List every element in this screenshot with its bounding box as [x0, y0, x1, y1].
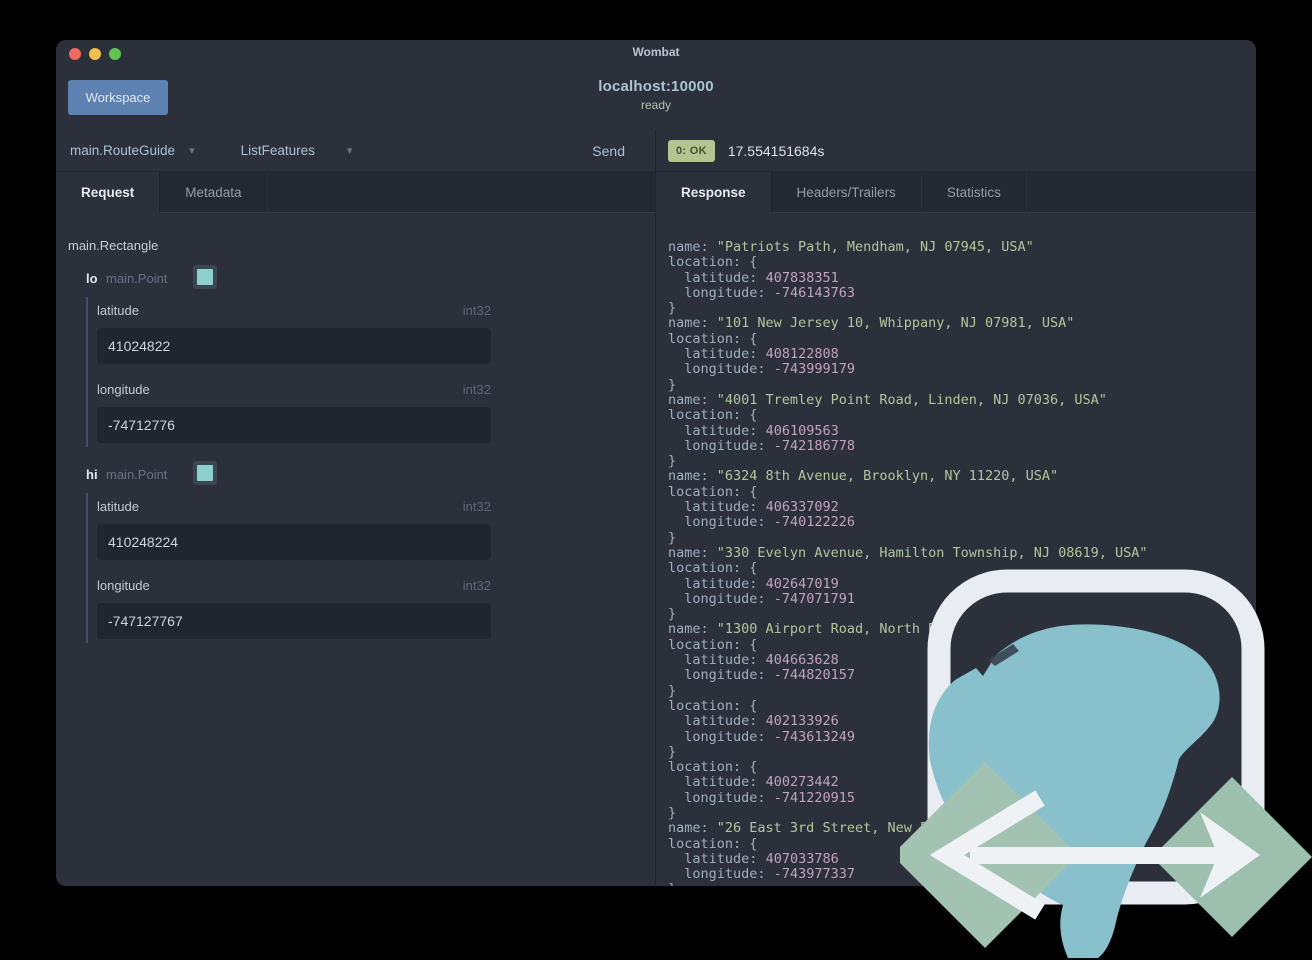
- field-type-label: int32: [462, 303, 491, 318]
- request-tab-row: Request Metadata: [56, 172, 655, 213]
- method-select-value: ListFeatures: [240, 143, 315, 158]
- field-type: main.Point: [106, 270, 168, 286]
- status-badge: 0: OK: [668, 139, 715, 162]
- field-group-header: lo main.Point: [86, 265, 217, 290]
- workspace-button[interactable]: Workspace: [68, 80, 168, 115]
- tab-metadata[interactable]: Metadata: [160, 172, 268, 213]
- field-label-row: longitude int32: [97, 578, 491, 593]
- chevron-down-icon: ▾: [346, 145, 353, 157]
- field-label-row: longitude int32: [97, 382, 491, 397]
- request-panel: main.Rectangle lo main.Point latitude int32…: [56, 213, 655, 886]
- arrow-shaft: [970, 847, 1242, 864]
- hi-enabled-checkbox[interactable]: [193, 461, 217, 485]
- wombat-logo-watermark: [900, 569, 1312, 958]
- field-type: main.Point: [106, 466, 168, 482]
- message-field-hi: hi main.Point latitude int32 longitude int32: [86, 461, 491, 643]
- field-label-row: latitude int32: [97, 499, 491, 514]
- hi-latitude-input[interactable]: [97, 524, 491, 560]
- lo-longitude-input[interactable]: [97, 407, 491, 443]
- message-type-label: main.Rectangle: [68, 238, 159, 253]
- server-info: localhost:10000 ready: [356, 78, 956, 112]
- service-select-value: main.RouteGuide: [70, 143, 176, 158]
- title-bar: Wombat: [56, 40, 1256, 66]
- server-status: ready: [640, 98, 672, 112]
- service-select[interactable]: main.RouteGuide ▾: [70, 143, 195, 158]
- hi-longitude-input[interactable]: [97, 603, 491, 639]
- field-type-label: int32: [462, 578, 491, 593]
- indent-guide: [86, 493, 88, 643]
- indent-guide: [86, 297, 88, 447]
- field-label: longitude: [97, 382, 150, 397]
- field-group-header: hi main.Point: [86, 461, 217, 486]
- response-bar: 0: OK 17.554151684s: [655, 130, 1256, 172]
- message-field-lo: lo main.Point latitude int32 longitude int32: [86, 265, 491, 447]
- field-label: latitude: [97, 303, 139, 318]
- server-address: localhost:10000: [598, 78, 714, 95]
- method-select[interactable]: ListFeatures ▾: [241, 143, 353, 158]
- field-type-label: int32: [462, 382, 491, 397]
- send-button[interactable]: Send: [592, 143, 625, 159]
- field-label: longitude: [97, 578, 150, 593]
- field-type-label: int32: [462, 499, 491, 514]
- lo-latitude-input[interactable]: [97, 328, 491, 364]
- tab-statistics[interactable]: Statistics: [922, 172, 1027, 213]
- lo-enabled-checkbox[interactable]: [193, 265, 217, 289]
- tab-headers-trailers[interactable]: Headers/Trailers: [772, 172, 922, 213]
- field-label: latitude: [97, 499, 139, 514]
- window-title: Wombat: [632, 45, 680, 59]
- tab-response[interactable]: Response: [656, 172, 772, 213]
- tab-request[interactable]: Request: [56, 172, 161, 213]
- field-name: hi: [86, 466, 98, 482]
- response-duration: 17.554151684s: [727, 142, 825, 159]
- chevron-down-icon: ▾: [189, 145, 195, 157]
- field-label-row: latitude int32: [97, 303, 491, 318]
- request-bar: main.RouteGuide ▾ ListFeatures ▾ Send: [56, 130, 655, 172]
- field-name: lo: [86, 270, 98, 286]
- response-tab-row: Response Headers/Trailers Statistics: [655, 172, 1256, 213]
